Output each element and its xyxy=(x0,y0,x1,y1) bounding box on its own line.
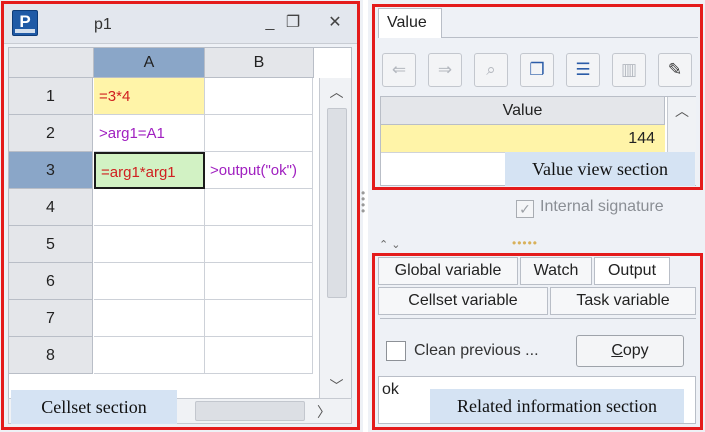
row-header-7[interactable]: 7 xyxy=(9,300,93,337)
horizontal-splitter-handle[interactable]: ••••• xyxy=(512,236,538,250)
cell-a2[interactable]: >arg1=A1 xyxy=(94,115,205,152)
row-header-4[interactable]: 4 xyxy=(9,189,93,226)
copy-button-label: opy xyxy=(622,342,649,359)
scroll-right-icon[interactable]: 〉 xyxy=(309,402,339,422)
forward-icon[interactable]: ⇒ xyxy=(428,53,462,87)
cellset-titlebar xyxy=(4,4,358,44)
value-scroll-up-icon[interactable]: ︿ xyxy=(668,101,696,121)
restore-icon[interactable]: ❐ xyxy=(284,14,302,32)
cell-b2[interactable] xyxy=(205,115,313,152)
callout-related-info: Related information section xyxy=(430,389,684,423)
row-header-8[interactable]: 8 xyxy=(9,337,93,374)
vertical-splitter-handle[interactable]: • • • • xyxy=(361,187,367,217)
cell-a5[interactable] xyxy=(94,226,205,263)
close-icon[interactable]: ✕ xyxy=(326,14,344,32)
cell-b5[interactable] xyxy=(205,226,313,263)
minimize-icon[interactable]: _ xyxy=(261,14,279,32)
back-icon[interactable]: ⇐ xyxy=(382,53,416,87)
app-logo-icon: P xyxy=(12,10,38,36)
cell-a3[interactable]: =arg1*arg1 xyxy=(94,152,205,189)
zoom-icon[interactable]: ⌕ xyxy=(474,53,508,87)
cell-b3[interactable]: >output("ok") xyxy=(205,152,313,189)
tab-global-variable[interactable]: Global variable xyxy=(378,257,518,285)
vertical-scroll-thumb[interactable] xyxy=(327,108,347,298)
internal-signature-row[interactable]: ✓ Internal signature xyxy=(516,198,664,218)
cell-a4[interactable] xyxy=(94,189,205,226)
chart-icon[interactable]: ▥ xyxy=(612,53,646,87)
tab-divider xyxy=(442,37,698,38)
value-cell[interactable]: 144 xyxy=(381,125,665,153)
copy-button[interactable]: Copy xyxy=(576,335,684,367)
clean-previous-checkbox[interactable] xyxy=(386,341,406,361)
column-header-a[interactable]: A xyxy=(94,48,205,78)
cell-a7[interactable] xyxy=(94,300,205,337)
tab-output[interactable]: Output xyxy=(594,257,670,285)
output-text: ok xyxy=(382,381,399,398)
scroll-up-icon[interactable]: ︿ xyxy=(320,82,351,102)
tab-task-variable[interactable]: Task variable xyxy=(550,287,696,315)
cellset-grid: A B 1 2 3 4 5 6 7 8 =3*4 >arg1=A1 =arg1*… xyxy=(8,47,352,399)
callout-value-view: Value view section xyxy=(505,152,695,186)
tab-value[interactable]: Value xyxy=(378,8,442,38)
collapse-icon[interactable]: ⌃ ⌄ xyxy=(379,238,401,251)
tab-watch[interactable]: Watch xyxy=(520,257,592,285)
row-header-5[interactable]: 5 xyxy=(9,226,93,263)
clean-previous-label: Clean previous ... xyxy=(414,342,539,359)
row-header-6[interactable]: 6 xyxy=(9,263,93,300)
vertical-scrollbar[interactable]: ︿ ﹀ xyxy=(319,78,351,398)
row-header-3[interactable]: 3 xyxy=(9,152,93,189)
cell-a8[interactable] xyxy=(94,337,205,374)
internal-signature-label: Internal signature xyxy=(540,198,664,215)
cell-a1[interactable]: =3*4 xyxy=(94,78,205,115)
callout-cellset: Cellset section xyxy=(11,390,177,424)
list-icon[interactable]: ☰ xyxy=(566,53,600,87)
row-header-2[interactable]: 2 xyxy=(9,115,93,152)
copy-icon[interactable]: ❐ xyxy=(520,53,554,87)
cell-b8[interactable] xyxy=(205,337,313,374)
tab-cellset-variable[interactable]: Cellset variable xyxy=(378,287,548,315)
cell-b6[interactable] xyxy=(205,263,313,300)
cell-b4[interactable] xyxy=(205,189,313,226)
grid-corner[interactable] xyxy=(9,48,94,78)
cellset-title: p1 xyxy=(94,16,112,33)
cell-b1[interactable] xyxy=(205,78,313,115)
app-logo-bar xyxy=(15,29,35,33)
copy-button-mnemonic: C xyxy=(611,342,623,359)
scroll-down-icon[interactable]: ﹀ xyxy=(320,376,351,396)
cell-a6[interactable] xyxy=(94,263,205,300)
column-header-b[interactable]: B xyxy=(205,48,314,78)
horizontal-scroll-thumb[interactable] xyxy=(195,401,305,421)
cell-b7[interactable] xyxy=(205,300,313,337)
internal-signature-checkbox[interactable]: ✓ xyxy=(516,200,534,218)
row-header-1[interactable]: 1 xyxy=(9,78,93,115)
pin-icon[interactable]: ✎ xyxy=(658,53,692,87)
value-table-header: Value xyxy=(381,97,665,125)
